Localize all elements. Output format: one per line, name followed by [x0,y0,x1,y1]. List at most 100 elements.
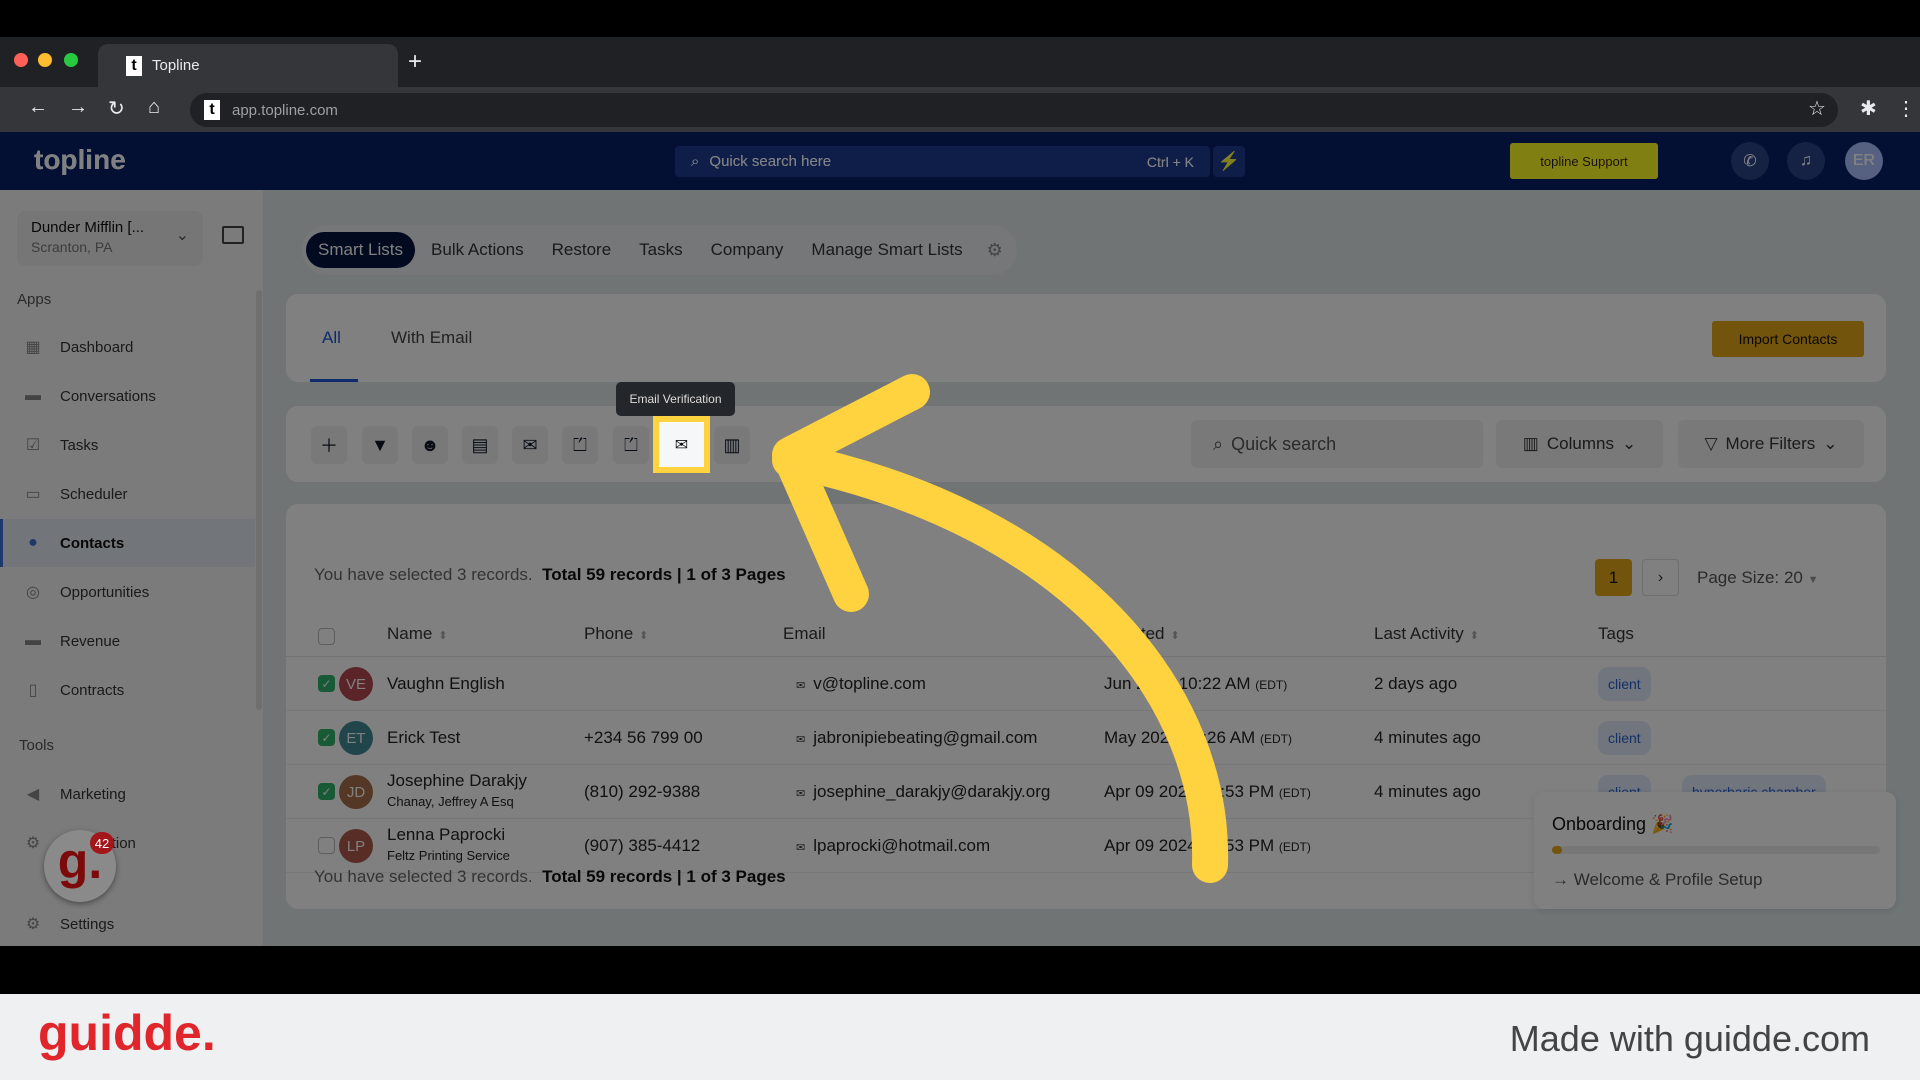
contact-name-cell[interactable]: Josephine Darakjy Chanay, Jeffrey A Esq [387,771,527,809]
user-avatar[interactable]: ER [1845,142,1883,180]
contact-name-cell[interactable]: Vaughn English [387,674,505,694]
bell-icon[interactable]: ♫ [1787,142,1825,180]
calendar-icon: ▭ [25,486,41,503]
bookmark-star-icon[interactable]: ☆ [1808,96,1826,121]
sidebar-scrollbar[interactable] [256,290,262,710]
tab-smart-lists[interactable]: Smart Lists [306,232,416,268]
contact-name[interactable]: Erick Test [387,728,460,748]
row-checkbox[interactable]: ✓ [318,783,335,800]
email-button[interactable]: ✉ [512,426,548,464]
page-1-button[interactable]: 1 [1595,559,1632,596]
remove-tag-button[interactable]: ⏍ [613,426,649,464]
import-contacts-button[interactable]: Import Contacts [1712,321,1864,357]
sidebar-item-opportunities[interactable]: ◎ Opportunities [0,568,255,616]
column-header-email[interactable]: Email [783,624,826,644]
tab-tasks[interactable]: Tasks [627,232,694,268]
onboarding-step-link[interactable]: → Welcome & Profile Setup [1552,870,1762,890]
table-row[interactable]: ✓ VE Vaughn English ✉ v@topline.com Jun 2024 … [286,657,1886,711]
contact-email: lpaprocki@hotmail.com [813,836,991,855]
sidebar-item-conversations[interactable]: ▬ Conversations [0,372,255,420]
contact-name[interactable]: Josephine Darakjy [387,771,527,791]
contact-name-cell[interactable]: Erick Test [387,728,460,748]
column-header-last-activity[interactable]: Last Activity ⬍ [1374,624,1479,644]
browser-menu-icon[interactable]: ⋮ [1896,96,1916,121]
tag-badge[interactable]: client [1598,667,1651,701]
selected-count: You have selected 3 records. [314,565,533,584]
forward-icon[interactable]: → [68,96,88,119]
column-header-created[interactable]: Created ⬍ [1104,624,1180,644]
contact-created: Apr 09 2024 03:53 PM [1104,836,1275,855]
collapse-sidebar-icon[interactable] [222,226,244,244]
gear-icon[interactable]: ⚙ [987,240,1003,261]
contact-avatar: JD [339,775,373,809]
row-checkbox[interactable]: ✓ [318,675,335,692]
contact-name[interactable]: Vaughn English [387,674,505,694]
sidebar-item-marketing[interactable]: ◀ Marketing [0,770,255,818]
email-verification-button[interactable]: ✉ [653,416,710,473]
add-contact-button[interactable]: ＋ [311,426,347,464]
row-checkbox[interactable] [318,837,335,854]
columns-button[interactable]: ▥ Columns ⌄ [1496,420,1663,468]
more-filters-button[interactable]: ▽ More Filters ⌄ [1678,420,1864,468]
tab-with-email[interactable]: With Email [391,328,472,348]
sidebar-item-contacts[interactable]: ● Contacts [0,519,255,567]
sms-button[interactable]: ▤ [462,426,498,464]
contact-name[interactable]: Lenna Paprocki [387,825,510,845]
total-records: Total 59 records [542,565,673,584]
header-label: Email [783,624,826,643]
selection-summary: You have selected 3 records. Total 59 re… [314,565,786,584]
global-search-input[interactable]: ⌕ Quick search here Ctrl + K [675,146,1210,177]
app-header: topline ⌕ Quick search here Ctrl + K ⚡ top… [0,132,1920,190]
table-row[interactable]: ✓ ET Erick Test +234 56 799 00 ✉ jabronipiebe… [286,711,1886,765]
lightning-icon[interactable]: ⚡ [1213,146,1245,177]
tab-all[interactable]: All [322,328,341,348]
extensions-icon[interactable]: ✱ [1860,96,1877,121]
minimize-window-button[interactable] [38,53,52,67]
sidebar-item-contracts[interactable]: ▯ Contracts [0,666,255,714]
address-bar[interactable]: t app.topline.com [190,93,1838,127]
sidebar-item-tasks[interactable]: ☑ Tasks [0,421,255,469]
more-filters-label: More Filters [1725,434,1816,453]
row-checkbox[interactable]: ✓ [318,729,335,746]
contact-timezone: (EDT) [1259,732,1292,746]
filter-outline-icon: ▽ [1704,434,1718,453]
quick-search-input[interactable]: ⌕ Quick search [1191,420,1483,468]
phone-icon[interactable]: ✆ [1731,142,1769,180]
page-size-select[interactable]: Page Size: 20 ▼ [1697,568,1818,588]
close-window-button[interactable] [14,53,28,67]
new-tab-button[interactable]: + [408,48,422,76]
maximize-window-button[interactable] [64,53,78,67]
tab-company[interactable]: Company [699,232,796,268]
company-button[interactable]: ▥ [714,426,750,464]
filter-button[interactable]: ▼ [362,426,398,464]
sidebar-item-dashboard[interactable]: ▦ Dashboard [0,323,255,371]
location-switcher[interactable]: Dunder Mifflin [... Scranton, PA ⌄ [17,211,203,266]
onboarding-widget[interactable]: Onboarding 🎉 → Welcome & Profile Setup [1534,792,1896,909]
next-page-button[interactable]: › [1642,559,1679,596]
home-icon[interactable]: ⌂ [148,96,160,119]
column-header-phone[interactable]: Phone ⬍ [584,624,648,644]
reload-icon[interactable]: ↻ [108,96,125,121]
back-icon[interactable]: ← [28,96,48,119]
selection-summary-footer: You have selected 3 records. Total 59 re… [314,867,786,886]
tab-title: Topline [152,57,200,74]
tab-manage-smart-lists[interactable]: Manage Smart Lists [799,232,974,268]
support-button[interactable]: topline Support [1510,143,1658,179]
select-all-checkbox[interactable] [318,628,335,645]
sidebar-item-settings[interactable]: ⚙ Settings [0,900,255,948]
contact-last-activity: 4 minutes ago [1374,782,1481,801]
sidebar-item-automation[interactable]: ⚙Automation [0,819,255,867]
contact-phone: (907) 385-4412 [584,836,701,855]
browser-tab[interactable]: t Topline [98,44,398,87]
contact-name-cell[interactable]: Lenna Paprocki Feltz Printing Service [387,825,510,863]
sidebar-item-revenue[interactable]: ▬ Revenue [0,617,255,665]
tab-bulk-actions[interactable]: Bulk Actions [419,232,536,268]
tab-restore[interactable]: Restore [540,232,624,268]
contact-timezone: (EDT) [1278,786,1311,800]
add-tag-button[interactable]: ⏍ [562,426,598,464]
workflow-button[interactable]: ☻ [412,426,448,464]
column-header-name[interactable]: Name ⬍ [387,624,448,644]
sidebar-item-scheduler[interactable]: ▭ Scheduler [0,470,255,518]
active-tab-indicator [310,379,358,382]
tag-badge[interactable]: client [1598,721,1651,755]
